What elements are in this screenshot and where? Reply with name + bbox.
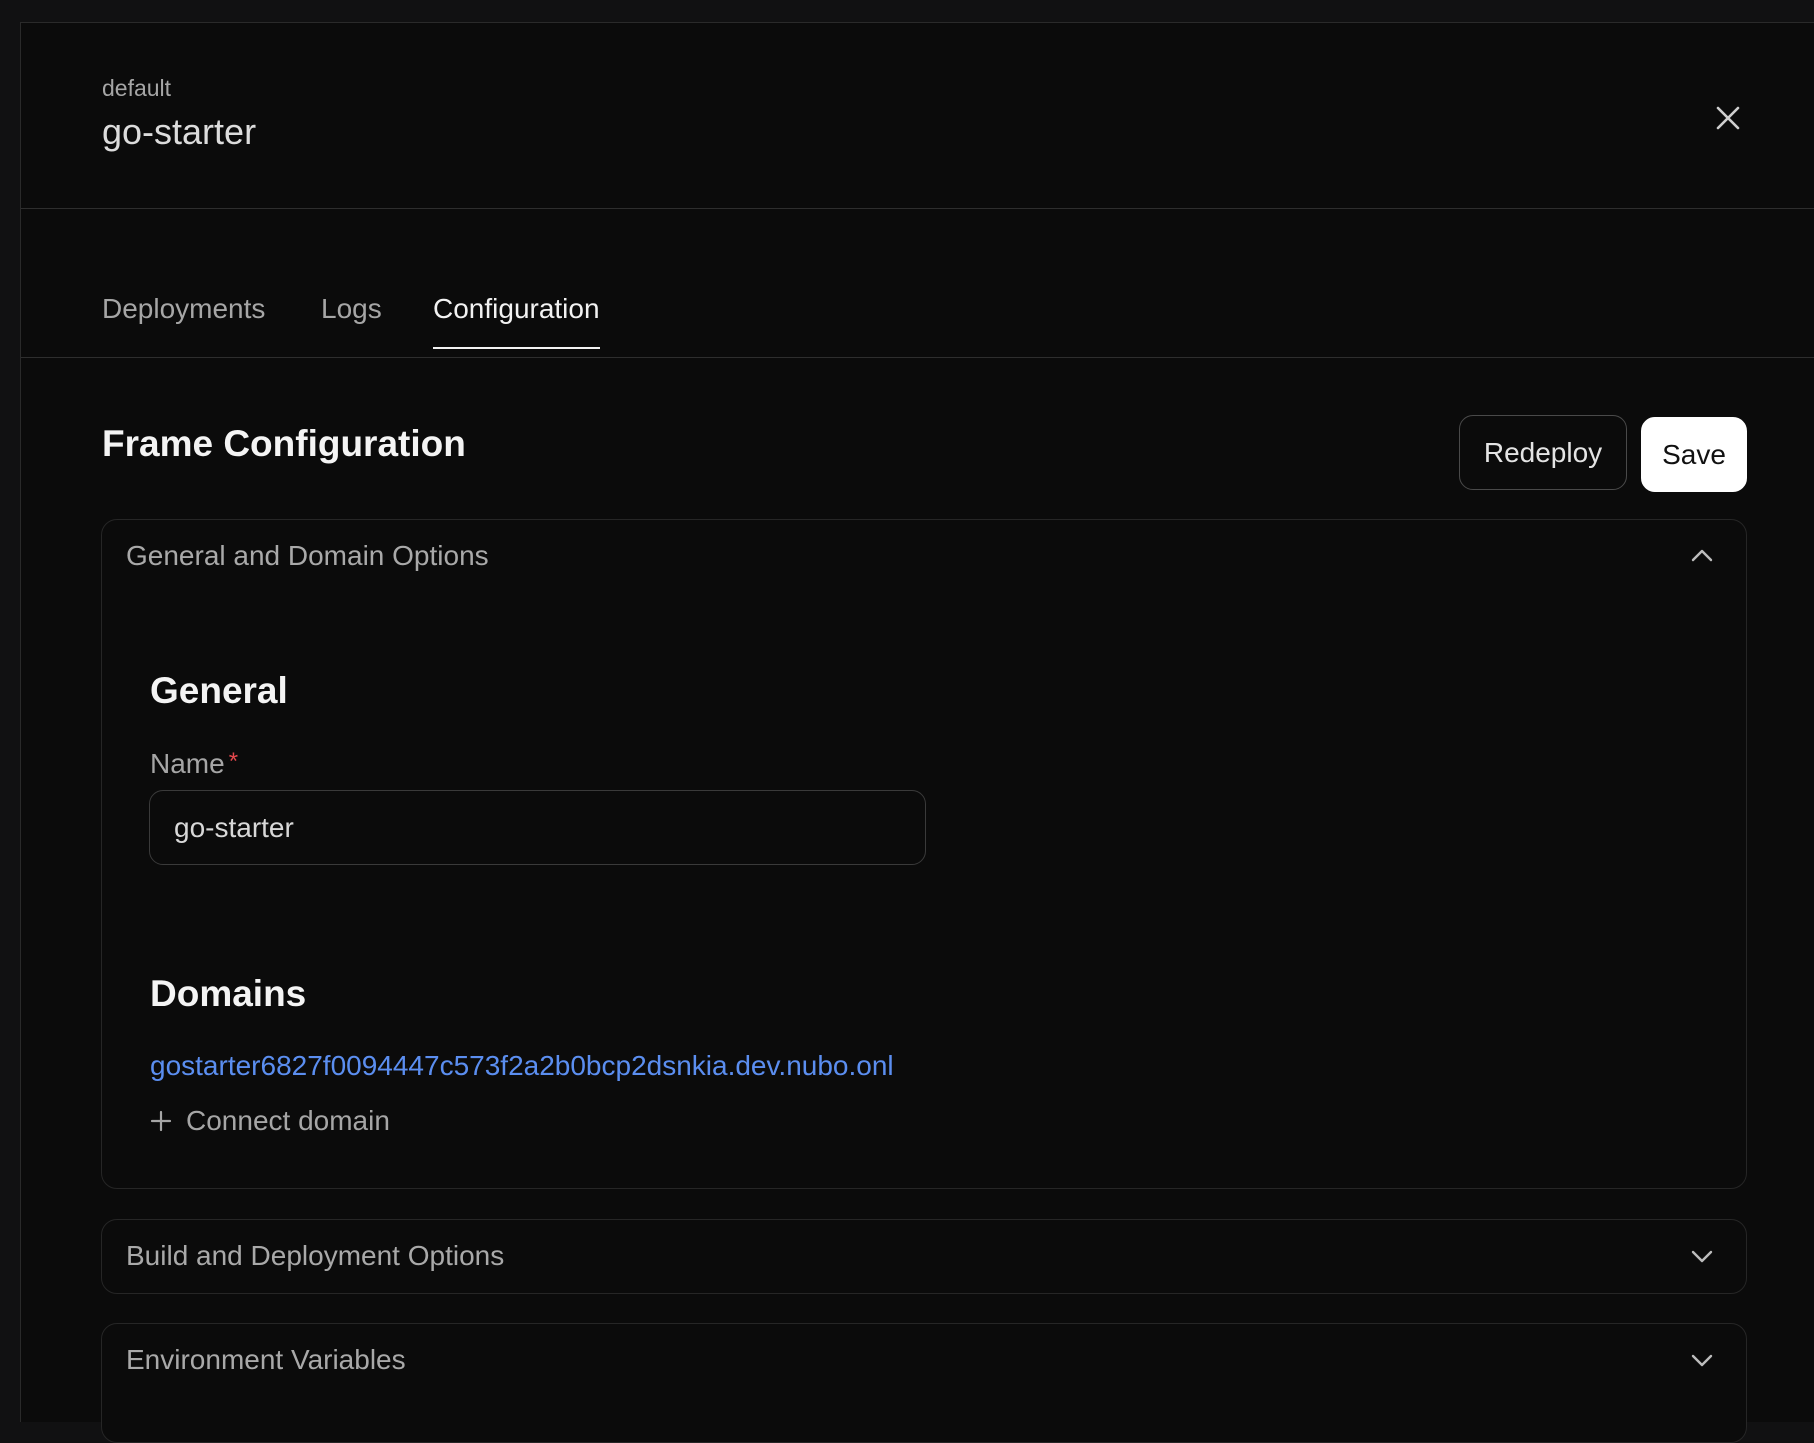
name-field-label: Name * xyxy=(150,748,238,780)
chevron-down-icon[interactable] xyxy=(1688,1242,1716,1270)
close-icon xyxy=(1716,106,1740,130)
name-label-text: Name xyxy=(150,748,225,779)
service-panel: default go-starter Deployments Logs Conf… xyxy=(20,22,1814,1443)
close-button[interactable] xyxy=(1709,99,1747,137)
general-heading: General xyxy=(150,670,288,711)
frame-configuration-title: Frame Configuration xyxy=(102,423,466,464)
tab-deployments[interactable]: Deployments xyxy=(102,293,265,347)
tab-bar: Deployments Logs Configuration xyxy=(21,209,1814,358)
required-mark: * xyxy=(228,748,239,775)
page-title: go-starter xyxy=(102,111,257,152)
chevron-down-icon[interactable] xyxy=(1688,1346,1716,1374)
chevron-up-icon[interactable] xyxy=(1688,542,1716,570)
domains-heading: Domains xyxy=(150,973,307,1014)
plus-icon xyxy=(150,1110,172,1132)
general-domain-accordion: General and Domain Options General Name *… xyxy=(101,519,1747,1189)
name-input[interactable] xyxy=(149,790,926,865)
tab-logs[interactable]: Logs xyxy=(321,293,382,347)
build-deployment-accordion: Build and Deployment Options xyxy=(101,1219,1747,1294)
connect-domain-label: Connect domain xyxy=(186,1105,390,1136)
environment-variables-accordion: Environment Variables xyxy=(101,1323,1747,1443)
accordion-header-general-domain[interactable]: General and Domain Options xyxy=(126,540,489,572)
tab-configuration[interactable]: Configuration xyxy=(433,293,600,349)
panel-header: default go-starter xyxy=(21,23,1814,209)
connect-domain-button[interactable]: Connect domain xyxy=(150,1105,390,1137)
domain-link[interactable]: gostarter6827f0094447c573f2a2b0bcp2dsnki… xyxy=(150,1050,894,1082)
accordion-header-env[interactable]: Environment Variables xyxy=(126,1344,406,1376)
accordion-header-build[interactable]: Build and Deployment Options xyxy=(126,1240,504,1272)
project-label: default xyxy=(102,75,172,101)
save-button[interactable]: Save xyxy=(1641,417,1747,492)
redeploy-button[interactable]: Redeploy xyxy=(1459,415,1627,490)
